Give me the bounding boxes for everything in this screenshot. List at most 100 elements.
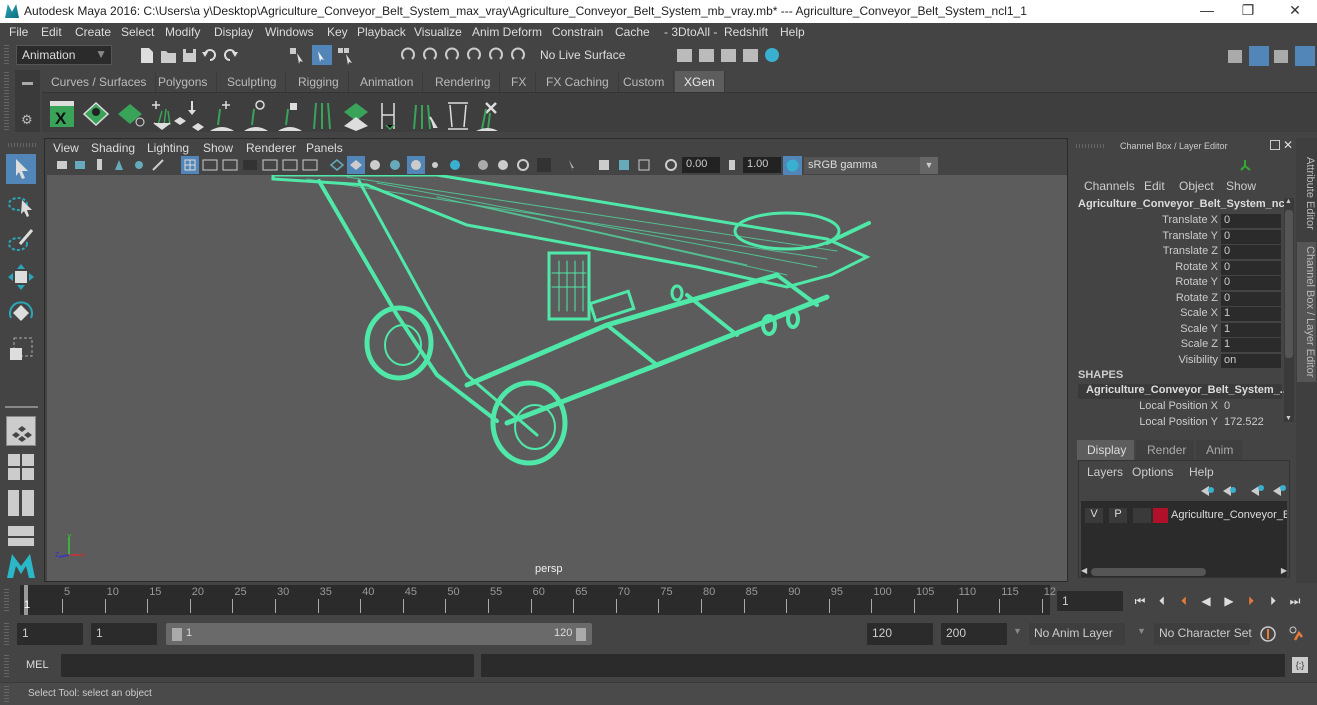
menu-create[interactable]: Create [75, 25, 111, 39]
scroll-left-icon[interactable]: ◀ [1081, 566, 1087, 575]
vp-menu-panels[interactable]: Panels [306, 141, 343, 155]
snap-curve-icon[interactable] [423, 47, 437, 60]
menu-redshift[interactable]: Redshift [724, 25, 768, 39]
camera-attrs-icon[interactable] [638, 159, 650, 171]
2d-pan-zoom-icon[interactable] [135, 161, 143, 169]
image-plane-icon[interactable] [115, 160, 123, 170]
menu-help[interactable]: Help [780, 25, 805, 39]
menu-set-dropdown[interactable]: Animation ▼ [16, 45, 112, 65]
camera-select-icon[interactable] [57, 161, 67, 169]
bookmark-icon[interactable] [97, 159, 102, 170]
playback-start-field[interactable]: 1 [91, 623, 157, 645]
time-ruler[interactable]: 1 5 10 15 20 25 30 35 40 45 50 55 60 65 70 75 80 85 90 95 1… [20, 585, 1056, 615]
minimize-button[interactable]: — [1192, 2, 1222, 20]
guide-tool-icon[interactable] [381, 103, 395, 131]
tab-xgen[interactable]: XGen [675, 71, 725, 92]
snap-view-plane-icon[interactable] [467, 47, 481, 60]
snap-grid-icon[interactable] [401, 47, 415, 60]
menu-display[interactable]: Display [214, 25, 253, 39]
gamma-field[interactable]: 1.00 [743, 157, 781, 173]
playback-end-field[interactable]: 120 [867, 623, 933, 645]
redo-icon[interactable] [224, 49, 238, 61]
channel-value-field[interactable]: 0 [1221, 229, 1281, 244]
channel-value-field[interactable]: 0 [1221, 400, 1281, 414]
shelf-menu-icon[interactable] [22, 82, 33, 85]
channel-label[interactable]: Rotate X [1175, 261, 1218, 273]
persp-graph-layout[interactable] [6, 524, 36, 546]
lock-guide-icon[interactable] [278, 103, 302, 131]
scroll-down-icon[interactable]: ▼ [1285, 415, 1292, 422]
anim-layer-dropdown[interactable]: No Anim Layer [1029, 623, 1125, 645]
make-live-icon[interactable] [511, 47, 525, 60]
tab-custom[interactable]: Custom [614, 71, 675, 92]
menu-modify[interactable]: Modify [165, 25, 200, 39]
hscroll-thumb[interactable] [1091, 568, 1206, 576]
layer-playback-toggle[interactable]: P [1109, 508, 1127, 523]
channel-value-field[interactable]: 0 [1221, 276, 1281, 290]
close-button[interactable]: ✕ [1280, 2, 1310, 20]
toolbar-grip[interactable] [4, 45, 9, 65]
xray-active-icon[interactable] [619, 160, 629, 170]
command-grip[interactable] [4, 655, 9, 677]
modeling-toolkit-icon[interactable] [1228, 50, 1242, 63]
safe-title-icon[interactable] [302, 159, 318, 171]
persp-outliner-layout[interactable] [6, 488, 36, 518]
channel-label[interactable]: Translate Y [1162, 230, 1218, 242]
channel-label[interactable]: Scale Y [1180, 323, 1218, 335]
film-gate-icon[interactable] [202, 159, 218, 171]
menu-playback[interactable]: Playback [357, 25, 406, 39]
create-patch-icon[interactable] [344, 103, 368, 131]
safe-action-icon[interactable] [282, 159, 298, 171]
3d-viewport[interactable]: Y Z x persp [47, 175, 1067, 581]
grease-pencil-icon[interactable] [152, 159, 164, 171]
live-surface-field[interactable]: No Live Surface [534, 45, 634, 65]
scroll-right-icon[interactable]: ▶ [1281, 566, 1287, 575]
play-forwards-button[interactable]: ▶ [1222, 594, 1236, 608]
channel-value-field[interactable]: 1 [1221, 338, 1281, 352]
scroll-up-icon[interactable]: ▲ [1285, 198, 1292, 205]
channel-label[interactable]: Scale Z [1181, 338, 1218, 350]
step-forward-key-button[interactable]: ⏵ [1266, 594, 1280, 608]
new-layer-selected-icon[interactable] [1273, 486, 1281, 496]
shadows-icon[interactable] [432, 162, 438, 168]
tab-rendering[interactable]: Rendering [426, 71, 501, 92]
cb-menu-edit[interactable]: Edit [1144, 179, 1165, 193]
vp-menu-view[interactable]: View [53, 141, 79, 155]
menu-key[interactable]: Key [327, 25, 348, 39]
move-layer-up-icon[interactable] [1201, 486, 1209, 496]
xgen-clear-preview-icon[interactable] [118, 104, 145, 127]
helpline-grip[interactable] [4, 686, 9, 702]
gamma-icon[interactable] [726, 158, 740, 172]
channel-value-field[interactable]: 0 [1221, 291, 1281, 306]
xray-icon[interactable] [537, 158, 551, 172]
script-editor-icon[interactable]: {;} [1292, 657, 1308, 673]
go-to-end-button[interactable]: ⏭ [1288, 594, 1302, 608]
menu-3dtoall[interactable]: - 3DtoAll - [664, 25, 717, 39]
menu-cache[interactable]: Cache [615, 25, 650, 39]
move-guide-icon[interactable] [174, 101, 204, 131]
layer-menu-options[interactable]: Options [1132, 465, 1173, 479]
animation-start-field[interactable]: 1 [17, 623, 83, 645]
character-set-dropdown[interactable]: No Character Set [1154, 623, 1252, 645]
tab-animation[interactable]: Animation [351, 71, 424, 92]
wireframe-icon[interactable] [329, 159, 345, 171]
auto-key-icon[interactable] [1260, 626, 1276, 642]
range-grip[interactable] [4, 623, 9, 645]
vp-menu-shading[interactable]: Shading [91, 141, 135, 155]
menu-windows[interactable]: Windows [265, 25, 314, 39]
depth-of-field-icon[interactable] [517, 159, 529, 171]
cb-menu-channels[interactable]: Channels [1084, 179, 1135, 193]
cb-menu-object[interactable]: Object [1179, 179, 1214, 193]
channel-label[interactable]: Visibility [1178, 354, 1218, 366]
four-view-layout[interactable] [6, 452, 36, 482]
delete-guide-icon[interactable] [476, 102, 498, 131]
toolbox-grip[interactable] [8, 143, 36, 147]
layer-color-swatch[interactable] [1153, 508, 1168, 523]
speed-manip-icon[interactable] [1258, 158, 1272, 172]
add-guide-icon[interactable] [152, 101, 171, 130]
channel-value-field[interactable]: 0 [1221, 260, 1281, 275]
new-layer-icon[interactable] [1251, 486, 1259, 496]
scale-tool[interactable] [6, 334, 36, 364]
gate-mask-icon[interactable] [243, 160, 257, 170]
channel-value-field[interactable]: 1 [1221, 322, 1281, 337]
